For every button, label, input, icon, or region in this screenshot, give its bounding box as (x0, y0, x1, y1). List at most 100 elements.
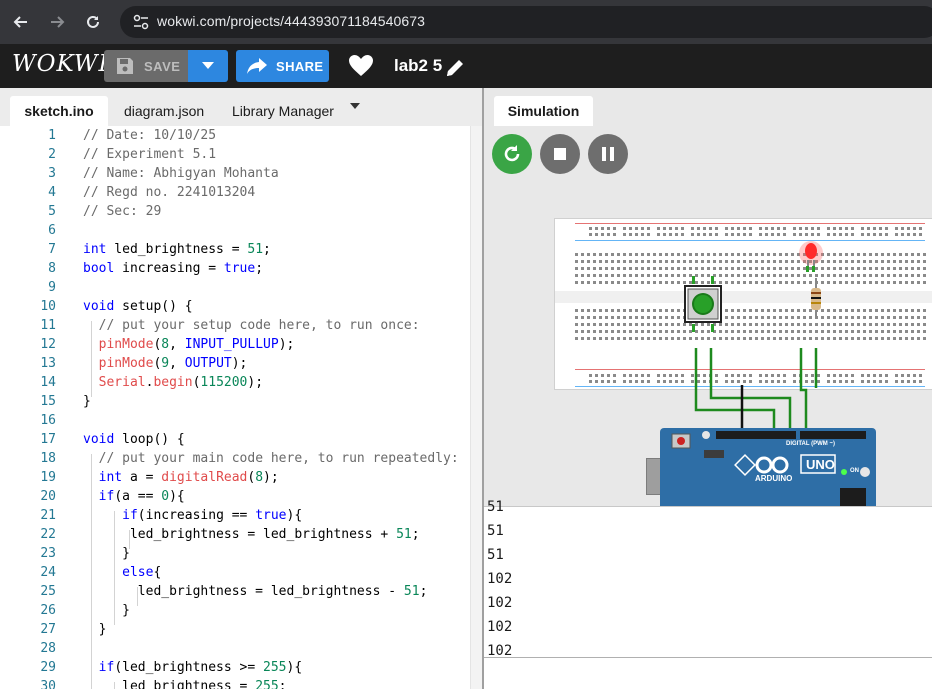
project-name[interactable]: lab2 5 (394, 56, 442, 76)
wokwi-logo[interactable]: WOKWI (12, 51, 109, 77)
code-text: bool increasing = true; (83, 261, 264, 276)
code-line[interactable]: 11 // put your setup code here, to run o… (0, 316, 470, 335)
arduino-uno-board[interactable]: UNO ARDUINO DIGITAL (PWM ~) ON (660, 428, 876, 508)
line-number: 3 (48, 166, 56, 181)
code-text: // Regd no. 2241013204 (83, 185, 256, 200)
code-line[interactable]: 1 // Date: 10/10/25 (0, 126, 470, 145)
code-line[interactable]: 20 if(a == 0){ (0, 487, 470, 506)
code-line[interactable]: 8 bool increasing = true; (0, 259, 470, 278)
code-text: if(a == 0){ (98, 489, 185, 504)
code-line[interactable]: 21 if(increasing == true){ (0, 506, 470, 525)
code-line[interactable]: 3 // Name: Abhigyan Mohanta (0, 164, 470, 183)
code-text: // put your main code here, to run repea… (98, 451, 459, 466)
tab-sketch-ino[interactable]: sketch.ino (10, 96, 108, 126)
serial-monitor[interactable]: 51 51 51 102 102 102 102 (484, 499, 932, 690)
red-led[interactable] (799, 241, 823, 272)
line-number: 12 (40, 337, 56, 352)
code-text: void setup() { (83, 299, 193, 314)
resistor[interactable] (811, 278, 821, 318)
heart-icon[interactable] (348, 54, 374, 78)
serial-output-line: 102 (487, 643, 513, 659)
code-line[interactable]: 27 } (0, 620, 470, 639)
reset-button-cap[interactable] (677, 437, 685, 445)
serial-output-line: 51 (487, 547, 504, 563)
code-line[interactable]: 10 void setup() { (0, 297, 470, 316)
share-label: SHARE (276, 59, 324, 74)
tab-library-manager[interactable]: Library Manager (232, 96, 334, 126)
code-line[interactable]: 6 (0, 221, 470, 240)
code-line[interactable]: 29 if(led_brightness >= 255){ (0, 658, 470, 677)
code-text: } (83, 622, 107, 637)
code-text: } (83, 603, 130, 618)
code-line[interactable]: 16 (0, 411, 470, 430)
code-line[interactable]: 24 else{ (0, 563, 470, 582)
code-line[interactable]: 19 int a = digitalRead(8); (0, 468, 470, 487)
green-wire[interactable] (694, 348, 776, 436)
serial-output-line: 51 (487, 523, 504, 539)
code-line[interactable]: 28 (0, 639, 470, 658)
reload-button[interactable] (80, 9, 106, 35)
line-number: 17 (40, 432, 56, 447)
code-line[interactable]: 13 pinMode(9, OUTPUT); (0, 354, 470, 373)
code-line[interactable]: 2 // Experiment 5.1 (0, 145, 470, 164)
line-number: 26 (40, 603, 56, 618)
tab-diagram-json[interactable]: diagram.json (124, 96, 204, 126)
code-line[interactable]: 9 (0, 278, 470, 297)
code-text: led_brightness = led_brightness - 51; (83, 584, 428, 599)
green-wire[interactable] (709, 348, 792, 436)
line-number: 5 (48, 204, 56, 219)
push-button[interactable] (684, 276, 722, 332)
code-text: // put your setup code here, to run once… (98, 318, 420, 333)
code-line[interactable]: 15} (0, 392, 470, 411)
code-editor-pane: sketch.ino diagram.json Library Manager … (0, 88, 482, 689)
address-bar[interactable]: wokwi.com/projects/444393071184540673 (120, 6, 932, 38)
code-view[interactable]: 1 // Date: 10/10/25 2 // Experiment 5.1 3 // … (0, 126, 470, 689)
serial-input[interactable] (484, 657, 932, 690)
line-number: 23 (40, 546, 56, 561)
code-text: // Name: Abhigyan Mohanta (83, 166, 279, 181)
line-number: 11 (40, 318, 56, 333)
line-number: 2 (48, 147, 56, 162)
line-number: 6 (48, 223, 56, 238)
line-number: 8 (48, 261, 56, 276)
url-text: wokwi.com/projects/444393071184540673 (157, 13, 426, 29)
serial-output-line: 102 (487, 619, 513, 635)
line-number: 9 (48, 280, 56, 295)
code-line[interactable]: 26 } (0, 601, 470, 620)
editor-scrollbar[interactable] (470, 126, 482, 689)
code-line[interactable]: 14 Serial.begin(115200); (0, 373, 470, 392)
line-number: 18 (40, 451, 56, 466)
save-button[interactable]: SAVE (104, 50, 188, 82)
line-number: 13 (40, 356, 56, 371)
code-line[interactable]: 30 led_brightness = 255; (0, 677, 470, 689)
board-uno-label: UNO (806, 457, 835, 472)
share-button[interactable]: SHARE (236, 50, 329, 82)
forward-button[interactable] (44, 9, 70, 35)
board-on-label: ON (850, 468, 859, 474)
code-line[interactable]: 4 // Regd no. 2241013204 (0, 183, 470, 202)
code-line[interactable]: 18 // put your main code here, to run re… (0, 449, 470, 468)
save-options-dropdown[interactable] (188, 50, 228, 82)
pencil-icon[interactable] (444, 57, 466, 79)
code-text: } (83, 394, 91, 409)
code-line[interactable]: 7 int led_brightness = 51; (0, 240, 470, 259)
reload-icon (87, 15, 99, 28)
site-info-icon[interactable] (132, 13, 150, 31)
code-text: pinMode(9, OUTPUT); (98, 356, 248, 371)
code-text: } (83, 546, 130, 561)
floppy-disk-icon (117, 58, 133, 74)
code-line[interactable]: 12 pinMode(8, INPUT_PULLUP); (0, 335, 470, 354)
code-line[interactable]: 23 } (0, 544, 470, 563)
line-number: 14 (40, 375, 56, 390)
line-number: 30 (40, 679, 56, 689)
code-line[interactable]: 17 void loop() { (0, 430, 470, 449)
code-line[interactable]: 22 led_brightness = led_brightness + 51; (0, 525, 470, 544)
tabs-menu-chevron-icon[interactable] (350, 103, 360, 109)
code-line[interactable]: 25 led_brightness = led_brightness - 51; (0, 582, 470, 601)
code-text: int a = digitalRead(8); (98, 470, 279, 485)
code-line[interactable]: 5 // Sec: 29 (0, 202, 470, 221)
back-button[interactable] (8, 9, 34, 35)
code-text: // Date: 10/10/25 (83, 128, 217, 143)
code-text: else{ (122, 565, 162, 580)
green-wire[interactable] (799, 348, 808, 436)
